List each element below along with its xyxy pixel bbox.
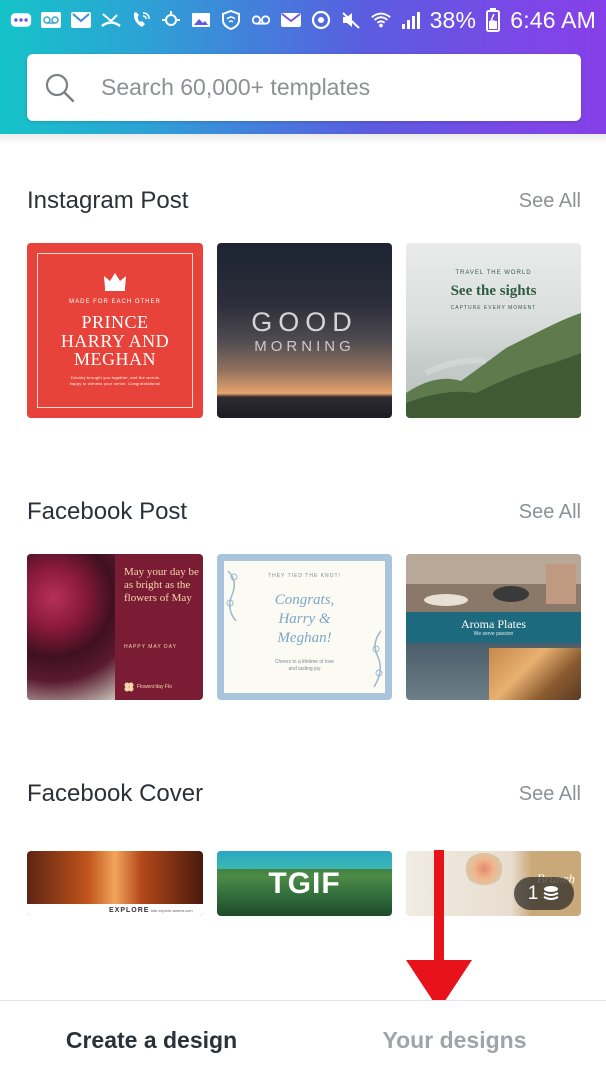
search-icon bbox=[27, 54, 93, 121]
template-text: THEY TIED THE KNOT! bbox=[268, 573, 341, 579]
section-header-instagram-post: Instagram Post See All bbox=[27, 187, 581, 215]
template-heading: TGIF bbox=[268, 867, 341, 900]
page-count-badge: 1 bbox=[514, 877, 574, 910]
more-icon bbox=[10, 9, 32, 31]
status-bar: 38% 6:46 AM bbox=[0, 0, 606, 40]
template-heading: GOOD bbox=[251, 307, 358, 337]
search-input[interactable] bbox=[93, 54, 581, 121]
annotation-arrow-icon bbox=[406, 850, 472, 1010]
bottom-navigation: Create a design Your designs bbox=[0, 1000, 606, 1080]
template-heading: Aroma Plates bbox=[461, 617, 526, 631]
crown-icon bbox=[104, 273, 126, 291]
page-count: 1 bbox=[527, 882, 539, 904]
battery-icon bbox=[482, 8, 504, 32]
section-header-facebook-cover: Facebook Cover See All bbox=[27, 780, 581, 808]
see-all-link[interactable]: See All bbox=[519, 783, 581, 806]
template-thumbnail[interactable]: May your day be as bright as the flowers… bbox=[27, 554, 203, 700]
section-title: Facebook Post bbox=[27, 498, 188, 525]
template-text: Cheers to a lifetime of love and lasting… bbox=[274, 659, 335, 672]
card-inner: THEY TIED THE KNOT! Congrats, Harry & Me… bbox=[224, 561, 385, 693]
flower-photo bbox=[27, 554, 115, 700]
template-thumbnail[interactable]: Aroma Plates We serve passion bbox=[406, 554, 581, 700]
sync-icon bbox=[160, 9, 182, 31]
voicemail-icon bbox=[250, 9, 272, 31]
restaurant-photo bbox=[406, 554, 581, 612]
template-text: TRAVEL THE WORLD bbox=[455, 270, 532, 276]
template-thumbnail[interactable]: TRAVEL THE WORLD See the sights CAPTURE … bbox=[406, 243, 581, 418]
search-bar[interactable] bbox=[27, 54, 581, 121]
template-text: Destiny brought you together, and the wo… bbox=[69, 375, 161, 386]
header-shadow bbox=[0, 134, 606, 144]
template-text: HAPPY MAY DAY bbox=[124, 644, 177, 650]
voicemail-icon bbox=[40, 9, 62, 31]
missed-call-icon bbox=[100, 9, 122, 31]
template-heading: PRINCE bbox=[81, 312, 149, 332]
template-text: We serve passion bbox=[473, 631, 514, 637]
notification-icons bbox=[10, 9, 422, 31]
flower-logo-icon bbox=[124, 682, 134, 692]
template-thumbnail[interactable]: GOOD MORNING bbox=[217, 243, 392, 418]
section-title: Instagram Post bbox=[27, 187, 189, 214]
template-thumbnail[interactable]: TGIF bbox=[217, 851, 392, 916]
tab-your-designs[interactable]: Your designs bbox=[303, 1001, 606, 1080]
section-title: Facebook Cover bbox=[27, 780, 204, 807]
mute-icon bbox=[340, 9, 362, 31]
template-heading: Congrats, bbox=[274, 592, 335, 608]
wifi-icon bbox=[370, 9, 392, 31]
template-heading: May your day be as bright as the flowers… bbox=[124, 566, 199, 604]
shield-wifi-icon bbox=[220, 9, 242, 31]
clock: 6:46 AM bbox=[510, 6, 596, 33]
template-heading: Harry & bbox=[278, 611, 331, 627]
image-icon bbox=[190, 9, 212, 31]
template-text: MADE FOR EACH OTHER bbox=[69, 299, 161, 305]
see-all-link[interactable]: See All bbox=[519, 501, 581, 524]
template-thumbnail[interactable]: THEY TIED THE KNOT! Congrats, Harry & Me… bbox=[217, 554, 392, 700]
template-text: Flowers'day Flo bbox=[137, 684, 172, 690]
signal-icon bbox=[400, 9, 422, 31]
wifi-calling-icon bbox=[130, 9, 152, 31]
food-photo bbox=[489, 648, 581, 700]
template-text: CAPTURE EVERY MOMENT bbox=[450, 305, 537, 311]
template-heading: Meghan! bbox=[277, 630, 332, 646]
tab-create-a-design[interactable]: Create a design bbox=[0, 1001, 303, 1080]
template-heading: MEGHAN bbox=[74, 349, 156, 369]
mail-icon bbox=[280, 9, 302, 31]
layers-icon bbox=[543, 885, 559, 900]
gmail-icon bbox=[70, 9, 92, 31]
battery-percent: 38% bbox=[429, 6, 477, 33]
template-thumbnail[interactable]: EXPLORE site.explore.amera.com bbox=[27, 851, 203, 916]
section-header-facebook-post: Facebook Post See All bbox=[27, 498, 581, 526]
data-saver-icon bbox=[310, 9, 332, 31]
template-text: site.explore.amera.com bbox=[151, 908, 193, 913]
status-right: 38% 6:46 AM bbox=[430, 7, 596, 34]
see-all-link[interactable]: See All bbox=[519, 190, 581, 213]
template-heading: See the sights bbox=[450, 283, 537, 299]
template-thumbnail[interactable]: MADE FOR EACH OTHER PRINCE HARRY AND MEG… bbox=[27, 243, 203, 418]
template-heading: EXPLORE bbox=[109, 907, 150, 914]
template-subheading: MORNING bbox=[254, 338, 355, 355]
